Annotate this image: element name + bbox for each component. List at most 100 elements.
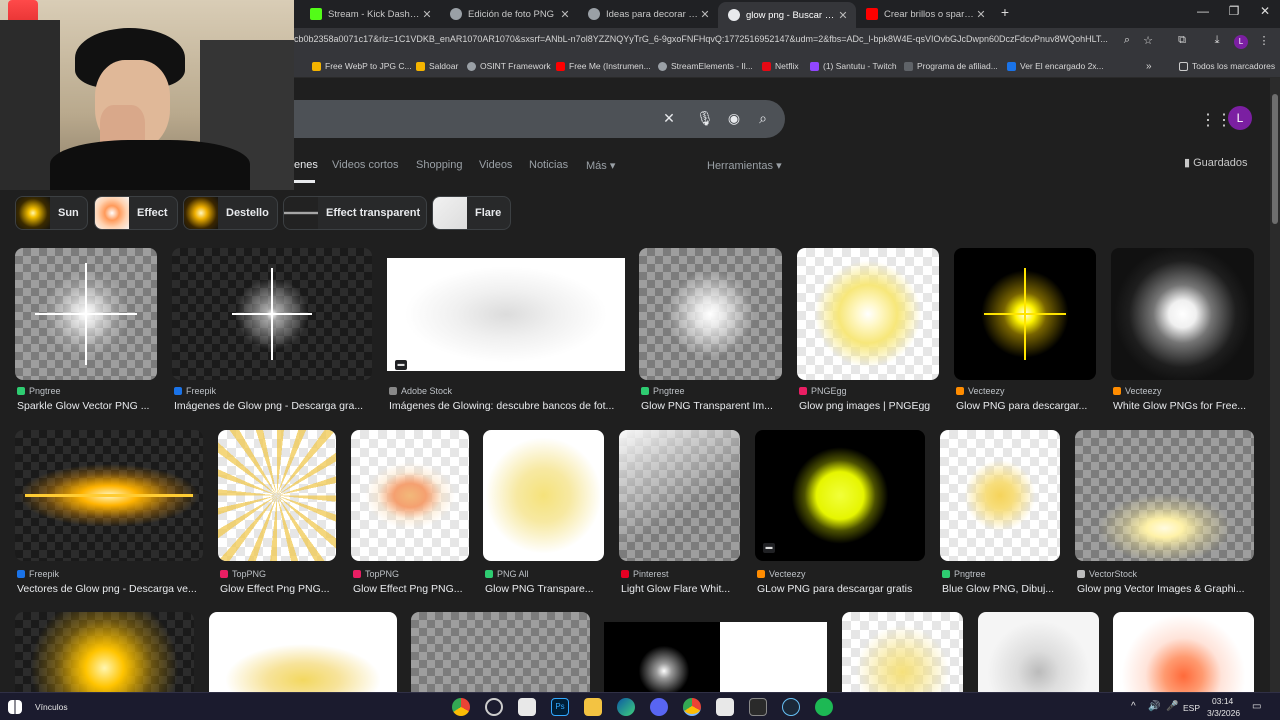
- result-source[interactable]: Pngtree: [942, 569, 986, 579]
- result-source[interactable]: Pngtree: [17, 386, 61, 396]
- close-icon[interactable]: ✕: [698, 8, 712, 21]
- result-thumbnail[interactable]: [387, 258, 625, 371]
- result-thumbnail[interactable]: [15, 612, 194, 692]
- language-indicator[interactable]: ESP: [1183, 703, 1200, 713]
- capcut-icon[interactable]: [716, 698, 734, 716]
- result-thumbnail[interactable]: [604, 622, 827, 692]
- result-source[interactable]: Freepik: [174, 386, 216, 396]
- result-thumbnail[interactable]: [954, 248, 1096, 380]
- bookmark-item[interactable]: Saldoar: [416, 61, 458, 71]
- tab-videos[interactable]: Videos: [479, 159, 512, 171]
- photoshop-icon[interactable]: Ps: [551, 698, 569, 716]
- chrome-active-icon[interactable]: [683, 698, 701, 716]
- result-thumbnail[interactable]: [411, 612, 590, 692]
- result-source[interactable]: Pngtree: [641, 386, 685, 396]
- epic-games-icon[interactable]: [749, 698, 767, 716]
- result-source[interactable]: Vecteezy: [757, 569, 806, 579]
- profile-avatar[interactable]: L: [1234, 35, 1248, 49]
- result-thumbnail[interactable]: [842, 612, 963, 692]
- tab-glow-search[interactable]: glow png - Buscar con Google ✕: [718, 2, 856, 28]
- download-icon[interactable]: ⤓: [1209, 34, 1225, 47]
- restore-icon[interactable]: ❐: [1219, 4, 1249, 18]
- tab-photo-edit[interactable]: Edición de foto PNG ✕: [440, 3, 578, 25]
- result-title[interactable]: Glow png images | PNGEgg: [799, 400, 941, 412]
- bookmark-item[interactable]: StreamElements - Il...: [658, 61, 753, 71]
- microphone-icon[interactable]: 🎙: [696, 110, 714, 127]
- tools-button[interactable]: Herramientas ▾: [707, 159, 782, 172]
- result-title[interactable]: Imágenes de Glowing: descubre bancos de …: [389, 400, 627, 412]
- result-thumbnail[interactable]: [351, 430, 469, 561]
- edge-icon[interactable]: [617, 698, 635, 716]
- result-title[interactable]: Vectores de Glow png - Descarga ve...: [17, 583, 205, 595]
- chip-effect[interactable]: Effect: [94, 196, 178, 230]
- file-explorer-icon[interactable]: [584, 698, 602, 716]
- result-thumbnail[interactable]: [172, 248, 372, 380]
- tab-youtube-sparkles[interactable]: Crear brillos o sparkles - YouTube ✕: [856, 3, 994, 25]
- tab-more[interactable]: Más ▾: [586, 159, 615, 172]
- bookmark-star-icon[interactable]: ☆: [1140, 34, 1156, 47]
- result-source[interactable]: Pinterest: [621, 569, 669, 579]
- result-title[interactable]: Glow PNG Transparent Im...: [641, 400, 784, 412]
- result-title[interactable]: GLow PNG para descargar gratis: [757, 583, 927, 595]
- bookmark-item[interactable]: Free WebP to JPG C...: [312, 61, 412, 71]
- result-title[interactable]: White Glow PNGs for Free...: [1113, 400, 1256, 412]
- tab-kick-dashboard[interactable]: Stream - Kick Dashboard ✕: [300, 3, 440, 25]
- result-thumbnail[interactable]: [797, 248, 939, 380]
- search-input[interactable]: ✕ 🎙 ◉ ⌕: [294, 100, 785, 138]
- tab-short-videos[interactable]: Videos cortos: [332, 159, 398, 171]
- page-scrollbar[interactable]: [1270, 78, 1280, 692]
- result-thumbnail[interactable]: [1111, 248, 1254, 380]
- result-thumbnail[interactable]: [978, 612, 1099, 692]
- result-source[interactable]: Adobe Stock: [389, 386, 452, 396]
- close-icon[interactable]: ✕: [974, 8, 988, 21]
- result-source[interactable]: Vecteezy: [1113, 386, 1162, 396]
- obs-icon[interactable]: [485, 698, 503, 716]
- tab-images[interactable]: enes: [294, 159, 318, 171]
- bookmark-item[interactable]: OSINT Framework: [467, 61, 551, 71]
- capcut-icon[interactable]: [518, 698, 536, 716]
- result-thumbnail[interactable]: [15, 248, 157, 380]
- result-thumbnail[interactable]: [1075, 430, 1254, 561]
- links-toolbar[interactable]: Vínculos: [35, 702, 68, 712]
- result-thumbnail[interactable]: [619, 430, 740, 561]
- spotify-icon[interactable]: [815, 698, 833, 716]
- bookmark-item[interactable]: Free Me (Instrumen...: [556, 61, 651, 71]
- close-icon[interactable]: ✕: [836, 9, 850, 22]
- result-title[interactable]: Blue Glow PNG, Dibuj...: [942, 583, 1062, 595]
- result-title[interactable]: Light Glow Flare Whit...: [621, 583, 742, 595]
- result-title[interactable]: Glow PNG Transpare...: [485, 583, 606, 595]
- chip-effect-transparent[interactable]: Effect transparent: [283, 196, 427, 230]
- close-icon[interactable]: ✕: [420, 8, 434, 21]
- saved-button[interactable]: ▮ Guardados: [1184, 156, 1248, 169]
- tab-shopping[interactable]: Shopping: [416, 159, 463, 171]
- result-title[interactable]: Imágenes de Glow png - Descarga gra...: [174, 400, 374, 412]
- close-window-icon[interactable]: ✕: [1250, 4, 1280, 18]
- chip-sun[interactable]: Sun: [15, 196, 88, 230]
- result-source[interactable]: Freepik: [17, 569, 59, 579]
- clock-date[interactable]: 3/3/2026: [1207, 708, 1240, 718]
- result-source[interactable]: PNGEgg: [799, 386, 847, 396]
- result-thumbnail[interactable]: [940, 430, 1060, 561]
- tab-flyer-ideas[interactable]: Ideas para decorar flyer ✕: [578, 3, 718, 25]
- new-tab-button[interactable]: +: [990, 4, 1020, 20]
- result-thumbnail[interactable]: [755, 430, 925, 561]
- all-bookmarks-folder[interactable]: Todos los marcadores: [1179, 61, 1275, 71]
- result-thumbnail[interactable]: [639, 248, 782, 380]
- result-source[interactable]: TopPNG: [220, 569, 266, 579]
- minimize-icon[interactable]: —: [1188, 4, 1218, 18]
- chrome-icon[interactable]: [452, 698, 470, 716]
- google-account-avatar[interactable]: L: [1228, 106, 1252, 130]
- notifications-icon[interactable]: ▭: [1252, 701, 1261, 712]
- result-source[interactable]: TopPNG: [353, 569, 399, 579]
- result-source[interactable]: Vecteezy: [956, 386, 1005, 396]
- lens-icon[interactable]: ◉: [725, 110, 743, 127]
- clear-icon[interactable]: ✕: [660, 110, 678, 127]
- discord-icon[interactable]: [650, 698, 668, 716]
- result-title[interactable]: Glow PNG para descargar...: [956, 400, 1098, 412]
- more-bookmarks-icon[interactable]: »: [1146, 61, 1152, 72]
- result-title[interactable]: Sparkle Glow Vector PNG ...: [17, 400, 159, 412]
- steam-icon[interactable]: [782, 698, 800, 716]
- address-bar[interactable]: cb0b2358a0071c17&rlz=1C1VDKB_enAR1070AR1…: [294, 34, 1114, 44]
- extensions-icon[interactable]: ⧉: [1174, 34, 1190, 47]
- chip-destello[interactable]: Destello: [183, 196, 278, 230]
